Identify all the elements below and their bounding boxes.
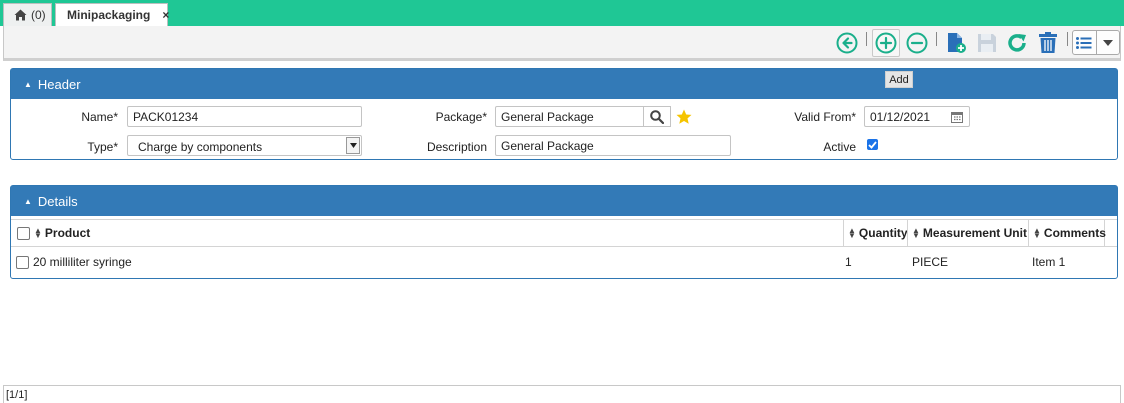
name-label: Name* (81, 110, 118, 124)
tab-title: Minipackaging (67, 8, 151, 22)
column-label: Product (44, 226, 91, 240)
description-field[interactable]: General Package (495, 135, 731, 156)
tab-home[interactable]: (0) (3, 3, 52, 26)
row-checkbox[interactable] (16, 248, 29, 276)
type-select[interactable]: Charge by components (127, 135, 362, 156)
search-icon[interactable] (643, 106, 671, 127)
select-all-checkbox[interactable] (17, 226, 30, 240)
package-label: Package* (435, 110, 487, 124)
tab-close-icon[interactable]: × (162, 8, 169, 22)
cell-measurement-unit: PIECE (912, 255, 949, 269)
tab-bar: (0) Minipackaging × (0, 0, 1124, 26)
remove-icon[interactable] (905, 31, 929, 55)
favorite-star-icon[interactable] (675, 108, 692, 125)
delete-icon[interactable] (1036, 31, 1060, 55)
sort-icon[interactable]: ▲ ▼ (912, 227, 920, 240)
save-icon[interactable] (975, 31, 999, 55)
type-label: Type* (87, 140, 118, 154)
new-document-icon[interactable] (944, 31, 968, 55)
collapse-caret-icon[interactable]: ▲ (24, 80, 32, 89)
dropdown-caret-icon[interactable] (1095, 31, 1119, 54)
cell-comments: Item 1 (1032, 255, 1066, 269)
details-panel: ▲ Details ▲ ▼ Product ▲ ▼ Quantity ▲ ▼ Meas… (10, 185, 1118, 279)
tab-minipackaging[interactable]: Minipackaging × (55, 3, 169, 26)
header-title: Header (37, 76, 81, 92)
home-icon (14, 9, 27, 21)
valid-from-value: 01/12/2021 (870, 109, 931, 124)
toolbar (3, 26, 1121, 61)
toolbar-separator (1067, 32, 1068, 46)
tab-home-count: (0) (31, 8, 46, 22)
view-menu-button[interactable] (1072, 30, 1120, 55)
details-title: Details (37, 193, 78, 209)
column-label: Quantity (858, 226, 908, 240)
cell-quantity: 1 (845, 255, 852, 269)
add-tooltip: Add (885, 71, 913, 88)
active-label: Active (823, 140, 856, 154)
sort-icon[interactable]: ▲ ▼ (1033, 227, 1041, 240)
header-panel: ▲ Header Name* PACK01234 Type* Charge by… (10, 68, 1118, 160)
column-label: Measurement Unit (922, 226, 1027, 240)
sort-icon[interactable]: ▲ ▼ (34, 227, 42, 240)
toolbar-separator (936, 32, 937, 46)
table-row[interactable]: 20 milliliter syringe 1 PIECE Item 1 (11, 248, 1117, 276)
add-icon[interactable] (874, 31, 898, 55)
back-icon[interactable] (835, 31, 859, 55)
active-checkbox[interactable] (867, 139, 878, 150)
grid-header: ▲ ▼ Product ▲ ▼ Quantity ▲ ▼ Measurement Un… (11, 219, 1117, 247)
sort-icon[interactable]: ▲ ▼ (848, 227, 856, 240)
column-header-measurement-unit[interactable]: ▲ ▼ Measurement Unit (907, 220, 1028, 246)
pager-indicator: [1/1] (6, 389, 28, 401)
details-panel-title[interactable]: ▲ Details (11, 186, 1117, 216)
calendar-icon[interactable] (949, 109, 965, 125)
column-header-product[interactable]: ▲ ▼ Product (11, 220, 843, 246)
type-select-caret-icon[interactable] (346, 137, 360, 154)
list-icon[interactable] (1073, 31, 1096, 54)
column-header-quantity[interactable]: ▲ ▼ Quantity (843, 220, 908, 246)
toolbar-separator (866, 32, 867, 46)
valid-from-label: Valid From* (794, 110, 856, 124)
refresh-icon[interactable] (1005, 31, 1029, 55)
cell-product: 20 milliliter syringe (33, 255, 132, 269)
status-bar: [1/1] (3, 385, 1121, 403)
collapse-caret-icon[interactable]: ▲ (24, 197, 32, 206)
description-label: Description (426, 140, 487, 154)
type-select-value: Charge by components (138, 140, 263, 154)
name-field[interactable]: PACK01234 (127, 106, 362, 127)
column-label: Comments (1043, 226, 1106, 240)
column-header-comments[interactable]: ▲ ▼ Comments (1028, 220, 1106, 246)
header-panel-title[interactable]: ▲ Header (11, 69, 1117, 99)
